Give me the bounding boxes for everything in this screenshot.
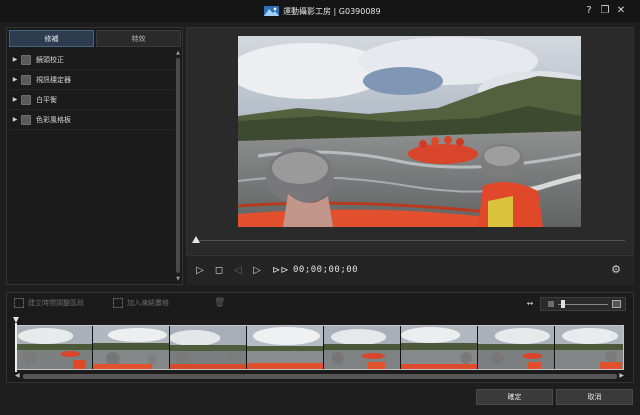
create-speed-segment-button[interactable]: 建立時間調整區段: [14, 298, 84, 308]
video-preview[interactable]: [238, 36, 581, 227]
tool-item-video-stabilizer[interactable]: ▶ 視訊穩定器: [9, 70, 175, 90]
app-logo-icon: [264, 6, 279, 16]
fit-timeline-icon[interactable]: ↔: [524, 300, 536, 308]
tab-repair[interactable]: 修補: [9, 30, 94, 47]
expand-arrow-icon[interactable]: ▶: [9, 56, 21, 63]
playhead[interactable]: [15, 323, 17, 372]
tools-panel: 修補 特效 ▶ 鏡頭校正 ▶ 視訊穩定器 ▶ 白平衡 ▶ 色彩風格板 ▲ ▼: [6, 27, 183, 285]
scroll-up-icon[interactable]: ▲: [175, 50, 181, 56]
scroll-down-icon[interactable]: ▼: [175, 276, 181, 282]
tool-checkbox[interactable]: [21, 94, 31, 105]
close-button[interactable]: ✕: [615, 5, 627, 17]
filmstrip[interactable]: [15, 325, 624, 370]
window-title: 運動攝影工房 | G0390089: [283, 6, 381, 16]
frame-thumbnail: [170, 326, 247, 369]
tool-label: 白平衡: [36, 95, 57, 104]
expand-arrow-icon[interactable]: ▶: [9, 76, 21, 83]
frame-thumbnail: [401, 326, 478, 369]
help-button[interactable]: ?: [583, 5, 595, 17]
title-bar: 運動攝影工房 | G0390089 ? ❐ ✕: [0, 0, 640, 22]
expand-arrow-icon[interactable]: ▶: [9, 96, 21, 103]
tool-checkbox[interactable]: [21, 114, 31, 125]
create-speed-segment-label: 建立時間調整區段: [28, 299, 84, 307]
seek-thumb[interactable]: [192, 236, 200, 243]
tools-tabs: 修補 特效: [9, 30, 181, 47]
freeze-frame-icon: [113, 298, 123, 308]
tool-item-lens-correction[interactable]: ▶ 鏡頭校正: [9, 50, 175, 70]
ok-button[interactable]: 確定: [476, 389, 553, 405]
play-icon[interactable]: ▷: [194, 265, 206, 277]
settings-icon[interactable]: ⚙: [610, 264, 622, 276]
timecode-display: 00;00;00;00: [293, 265, 359, 275]
timeline-scrollbar[interactable]: ◀ ▶: [15, 372, 624, 380]
add-freeze-frame-button[interactable]: 加入凍結畫格: [113, 298, 169, 308]
seek-bar[interactable]: [195, 240, 625, 241]
prev-frame-icon[interactable]: ◁: [232, 265, 244, 277]
tools-scrollbar[interactable]: ▲ ▼: [175, 50, 181, 282]
tab-effects[interactable]: 特效: [96, 30, 181, 47]
trash-icon[interactable]: 🗑: [214, 298, 225, 308]
next-frame-icon[interactable]: ▷: [251, 265, 263, 277]
tool-label: 鏡頭校正: [36, 55, 64, 64]
speed-segment-icon: [14, 298, 24, 308]
timeline-scroll-thumb[interactable]: [23, 374, 617, 379]
tool-label: 色彩風格板: [36, 115, 71, 124]
tool-checkbox[interactable]: [21, 74, 31, 85]
tool-list: ▶ 鏡頭校正 ▶ 視訊穩定器 ▶ 白平衡 ▶ 色彩風格板: [9, 50, 175, 130]
scroll-right-icon[interactable]: ▶: [619, 372, 624, 379]
expand-arrow-icon[interactable]: ▶: [9, 116, 21, 123]
zoom-out-icon[interactable]: [548, 301, 554, 307]
scroll-thumb[interactable]: [176, 58, 180, 273]
zoom-slider-thumb[interactable]: [561, 300, 565, 308]
restore-button[interactable]: ❐: [599, 5, 611, 17]
zoom-in-icon[interactable]: [612, 300, 621, 308]
tool-item-color-presets[interactable]: ▶ 色彩風格板: [9, 110, 175, 130]
zoom-slider-track[interactable]: [558, 304, 608, 305]
tool-item-white-balance[interactable]: ▶ 白平衡: [9, 90, 175, 110]
add-freeze-frame-label: 加入凍結畫格: [127, 299, 169, 307]
tool-checkbox[interactable]: [21, 54, 31, 65]
frame-thumbnail: [93, 326, 170, 369]
scroll-left-icon[interactable]: ◀: [15, 372, 20, 379]
frame-thumbnail: [324, 326, 401, 369]
frame-thumbnail: [555, 326, 623, 369]
frame-thumbnail: [16, 326, 93, 369]
fast-forward-icon[interactable]: ⊳⊳: [272, 265, 289, 277]
cancel-button[interactable]: 取消: [556, 389, 633, 405]
tool-label: 視訊穩定器: [36, 75, 71, 84]
frame-thumbnail: [478, 326, 555, 369]
frame-thumbnail: [247, 326, 324, 369]
stop-icon[interactable]: ◻: [213, 265, 225, 277]
title-group: 運動攝影工房 | G0390089: [264, 4, 381, 18]
